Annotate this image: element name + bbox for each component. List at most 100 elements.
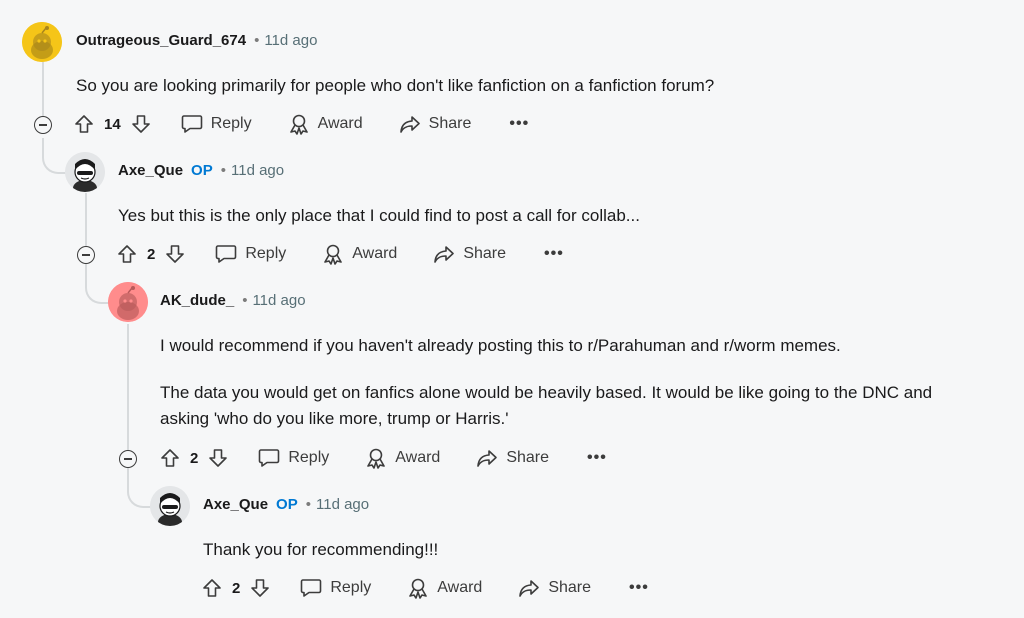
share-label: Share bbox=[548, 579, 592, 596]
share-arrow-icon bbox=[434, 246, 455, 263]
more-options-button[interactable]: ••• bbox=[509, 115, 529, 133]
thread-line bbox=[85, 193, 87, 251]
collapse-button[interactable] bbox=[77, 246, 95, 264]
avatar[interactable] bbox=[108, 282, 148, 322]
award-button[interactable]: Award bbox=[322, 243, 397, 265]
avatar[interactable] bbox=[22, 22, 62, 62]
award-button[interactable]: Award bbox=[407, 577, 482, 599]
downvote-arrow-icon bbox=[209, 449, 228, 467]
separator: • bbox=[305, 496, 311, 513]
downvote-arrow-icon bbox=[251, 579, 270, 597]
comment-meta: AK_dude_ • 11d ago bbox=[160, 292, 306, 309]
avatar[interactable] bbox=[65, 152, 105, 192]
timestamp[interactable]: 11d ago bbox=[316, 496, 369, 513]
upvote-button[interactable] bbox=[117, 244, 137, 264]
reply-button[interactable]: Reply bbox=[215, 244, 286, 264]
downvote-arrow-icon bbox=[166, 245, 185, 263]
downvote-button[interactable] bbox=[250, 578, 270, 598]
comment-text: Thank you for recommending!!! bbox=[203, 540, 439, 559]
comment-actions: 2 Reply Award Share ••• bbox=[160, 444, 607, 472]
comment-text: The data you would get on fanfics alone … bbox=[160, 383, 933, 402]
timestamp[interactable]: 11d ago bbox=[252, 292, 305, 309]
share-button[interactable]: Share bbox=[433, 244, 506, 264]
reply-button[interactable]: Reply bbox=[258, 448, 329, 468]
reply-label: Reply bbox=[330, 579, 372, 596]
username[interactable]: AK_dude_ bbox=[160, 292, 234, 309]
award-ribbon-icon bbox=[324, 244, 343, 265]
share-arrow-icon bbox=[399, 116, 420, 133]
subreddit-link-worm[interactable]: r/worm bbox=[724, 336, 776, 355]
upvote-button[interactable] bbox=[160, 448, 180, 468]
username[interactable]: Axe_Que bbox=[118, 162, 183, 179]
collapse-button[interactable] bbox=[34, 116, 52, 134]
thread-curve bbox=[42, 138, 66, 174]
vote-score: 2 bbox=[147, 245, 156, 263]
award-label: Award bbox=[352, 245, 398, 262]
share-label: Share bbox=[428, 115, 472, 132]
timestamp[interactable]: 11d ago bbox=[264, 32, 317, 49]
separator: • bbox=[242, 292, 248, 309]
downvote-button[interactable] bbox=[131, 114, 151, 134]
comment-text: Yes but this is the only place that I co… bbox=[118, 206, 640, 225]
snoo-avatar-icon bbox=[150, 486, 190, 526]
more-options-button[interactable]: ••• bbox=[629, 579, 649, 597]
subreddit-link-parahuman[interactable]: r/Parahuman bbox=[588, 336, 686, 355]
timestamp[interactable]: 11d ago bbox=[231, 162, 284, 179]
downvote-button[interactable] bbox=[165, 244, 185, 264]
award-label: Award bbox=[395, 449, 441, 466]
upvote-arrow-icon bbox=[118, 245, 136, 263]
award-label: Award bbox=[437, 579, 483, 596]
award-button[interactable]: Award bbox=[365, 447, 440, 469]
thread-line bbox=[42, 62, 44, 122]
downvote-arrow-icon bbox=[131, 115, 150, 133]
speech-bubble-icon bbox=[259, 449, 280, 467]
username[interactable]: Axe_Que bbox=[203, 496, 268, 513]
share-label: Share bbox=[506, 449, 550, 466]
share-button[interactable]: Share bbox=[399, 114, 472, 134]
separator: • bbox=[220, 162, 226, 179]
share-label: Share bbox=[463, 245, 507, 262]
comment-actions: 2 Reply Award Share ••• bbox=[202, 574, 649, 602]
more-options-button[interactable]: ••• bbox=[544, 245, 564, 263]
reply-button[interactable]: Reply bbox=[300, 578, 371, 598]
separator: • bbox=[254, 32, 260, 49]
upvote-button[interactable] bbox=[74, 114, 94, 134]
more-options-icon: ••• bbox=[629, 579, 649, 596]
more-options-button[interactable]: ••• bbox=[587, 449, 607, 467]
thread-curve bbox=[127, 468, 153, 508]
reply-button[interactable]: Reply bbox=[181, 114, 252, 134]
op-badge: OP bbox=[191, 162, 213, 179]
collapse-button[interactable] bbox=[119, 450, 137, 468]
reply-label: Reply bbox=[210, 115, 252, 132]
snoo-avatar-icon bbox=[108, 282, 148, 322]
upvote-arrow-icon bbox=[75, 115, 93, 133]
comment-text: asking 'who do you like more, trump or H… bbox=[160, 409, 509, 428]
upvote-arrow-icon bbox=[161, 449, 179, 467]
comment-body: Yes but this is the only place that I co… bbox=[118, 203, 640, 229]
thread-line bbox=[127, 324, 129, 454]
comment-text: So you are looking primarily for people … bbox=[76, 76, 715, 95]
comment-body: So you are looking primarily for people … bbox=[76, 73, 714, 99]
share-button[interactable]: Share bbox=[518, 578, 591, 598]
comment-text: I would recommend if you haven't already… bbox=[160, 336, 588, 355]
comment-actions: 2 Reply Award Share ••• bbox=[117, 240, 564, 268]
username[interactable]: Outrageous_Guard_674 bbox=[76, 32, 246, 49]
upvote-button[interactable] bbox=[202, 578, 222, 598]
more-options-icon: ••• bbox=[509, 115, 530, 132]
vote-score: 2 bbox=[232, 579, 241, 597]
award-label: Award bbox=[317, 115, 363, 132]
avatar[interactable] bbox=[150, 486, 190, 526]
comment-body: I would recommend if you haven't already… bbox=[160, 333, 841, 359]
comment-text: memes. bbox=[775, 336, 841, 355]
vote-score: 2 bbox=[190, 449, 199, 467]
share-arrow-icon bbox=[477, 450, 498, 467]
award-button[interactable]: Award bbox=[288, 113, 363, 135]
speech-bubble-icon bbox=[301, 579, 322, 597]
snoo-avatar-icon bbox=[65, 152, 105, 192]
downvote-button[interactable] bbox=[208, 448, 228, 468]
reply-label: Reply bbox=[288, 449, 330, 466]
reply-label: Reply bbox=[245, 245, 287, 262]
upvote-arrow-icon bbox=[203, 579, 221, 597]
thread-curve bbox=[85, 264, 111, 304]
share-button[interactable]: Share bbox=[476, 448, 549, 468]
